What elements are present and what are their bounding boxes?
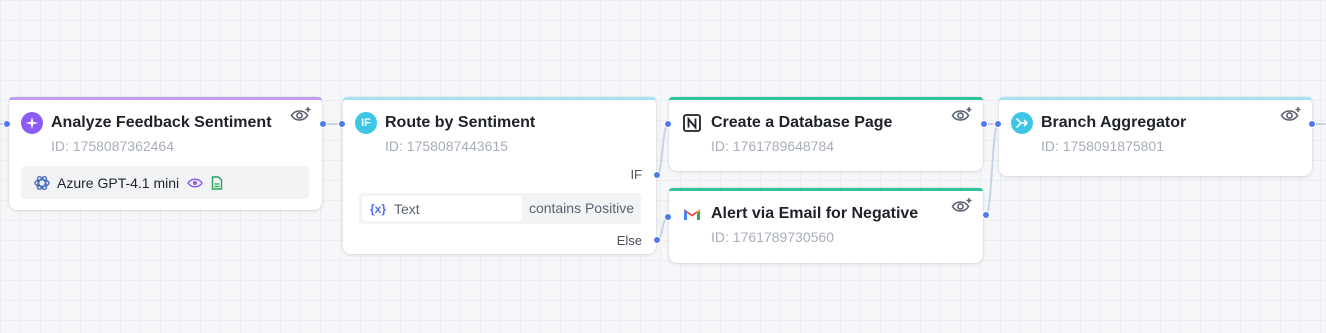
if-icon: IF bbox=[355, 112, 377, 134]
edge-route-if-to-database bbox=[656, 123, 669, 176]
handle-route-else-output[interactable] bbox=[653, 236, 661, 244]
handle-analyze-input[interactable] bbox=[3, 120, 11, 128]
eye-plus-icon[interactable] bbox=[951, 197, 973, 215]
node-accent-bar bbox=[999, 97, 1312, 100]
handle-aggregator-input[interactable] bbox=[994, 120, 1002, 128]
eye-plus-icon[interactable] bbox=[951, 106, 973, 124]
condition-variable[interactable]: {x} Text bbox=[362, 196, 522, 221]
handle-database-input[interactable] bbox=[664, 120, 672, 128]
node-title: Branch Aggregator bbox=[1041, 114, 1187, 131]
gmail-icon bbox=[681, 203, 703, 225]
variable-icon: {x} bbox=[370, 201, 387, 216]
handle-email-input[interactable] bbox=[664, 213, 672, 221]
node-accent-bar bbox=[343, 97, 656, 100]
condition-row[interactable]: {x} Text contains Positive bbox=[359, 193, 641, 224]
handle-analyze-output[interactable] bbox=[319, 120, 327, 128]
document-icon bbox=[211, 175, 223, 190]
node-alert-email-negative[interactable]: Alert via Email for Negative ID: 1761789… bbox=[669, 188, 983, 263]
handle-aggregator-output[interactable] bbox=[1308, 120, 1316, 128]
handle-database-output[interactable] bbox=[980, 120, 988, 128]
sparkle-icon bbox=[21, 112, 43, 134]
node-analyze-feedback-sentiment[interactable]: Analyze Feedback Sentiment ID: 175808736… bbox=[9, 97, 322, 210]
variable-name: Text bbox=[394, 200, 420, 217]
node-route-by-sentiment[interactable]: IF Route by Sentiment ID: 1758087443615 … bbox=[343, 97, 656, 254]
condition-operator: contains Positive bbox=[528, 200, 634, 216]
node-title: Alert via Email for Negative bbox=[711, 205, 919, 222]
node-accent-bar bbox=[669, 188, 983, 191]
node-id: ID: 1758087362464 bbox=[51, 138, 174, 154]
openai-icon bbox=[34, 175, 50, 190]
eye-plus-icon[interactable] bbox=[1280, 106, 1302, 124]
handle-route-if-output[interactable] bbox=[653, 171, 661, 179]
handle-email-output[interactable] bbox=[982, 211, 990, 219]
node-title: Analyze Feedback Sentiment bbox=[51, 114, 272, 131]
merge-icon bbox=[1011, 112, 1033, 134]
node-id: ID: 1761789648784 bbox=[711, 138, 834, 154]
branch-label-if: IF bbox=[630, 167, 642, 182]
node-title: Route by Sentiment bbox=[385, 114, 536, 131]
notion-icon bbox=[681, 112, 703, 134]
node-id: ID: 1761789730560 bbox=[711, 229, 834, 245]
node-accent-bar bbox=[669, 97, 983, 100]
edge-email-to-aggregator bbox=[985, 123, 999, 216]
vision-eye-icon bbox=[187, 178, 203, 187]
eye-plus-icon[interactable] bbox=[290, 106, 312, 124]
branch-label-else: Else bbox=[616, 233, 642, 248]
model-name: Azure GPT-4.1 mini bbox=[57, 174, 180, 191]
node-title: Create a Database Page bbox=[711, 114, 893, 131]
model-selector[interactable]: Azure GPT-4.1 mini bbox=[21, 166, 309, 199]
node-branch-aggregator[interactable]: Branch Aggregator ID: 1758091875801 bbox=[999, 97, 1312, 176]
node-accent-bar bbox=[9, 97, 322, 100]
node-id: ID: 1758087443615 bbox=[385, 138, 508, 154]
node-id: ID: 1758091875801 bbox=[1041, 138, 1164, 154]
handle-route-input[interactable] bbox=[338, 120, 346, 128]
node-create-database-page[interactable]: Create a Database Page ID: 1761789648784 bbox=[669, 97, 983, 171]
